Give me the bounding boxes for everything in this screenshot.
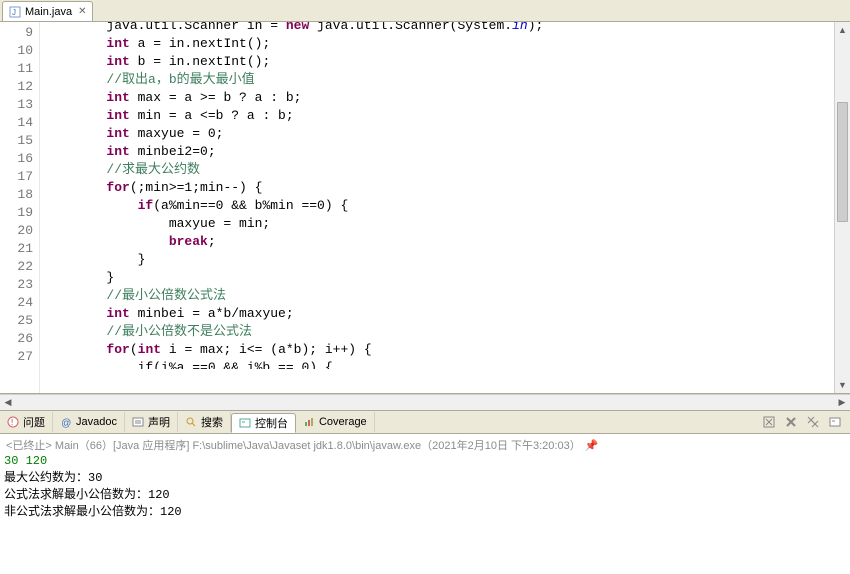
remove-all-button[interactable] — [782, 413, 800, 431]
search-icon — [185, 416, 197, 428]
console-output[interactable]: <已终止> Main（66）[Java 应用程序] F:\sublime\Jav… — [0, 434, 850, 574]
tab-console[interactable]: 控制台 — [231, 413, 296, 433]
line-number: 9 — [0, 24, 33, 42]
line-number: 12 — [0, 78, 33, 96]
code-editor: 9 10 11 12 13 14 15 16 17 18 19 20 21 22… — [0, 22, 850, 394]
line-number: 23 — [0, 276, 33, 294]
line-number: 26 — [0, 330, 33, 348]
scroll-left-icon[interactable]: ◀ — [0, 395, 16, 411]
line-number: 19 — [0, 204, 33, 222]
line-number-gutter: 9 10 11 12 13 14 15 16 17 18 19 20 21 22… — [0, 22, 40, 393]
tab-coverage[interactable]: Coverage — [296, 412, 375, 432]
console-toolbar — [760, 413, 850, 431]
pin-icon[interactable]: 📌 — [585, 440, 599, 452]
scroll-down-icon[interactable]: ▼ — [835, 377, 850, 393]
scroll-up-icon[interactable]: ▲ — [835, 22, 850, 38]
line-number: 27 — [0, 348, 33, 366]
horizontal-scrollbar[interactable]: ◀ ▶ — [0, 394, 850, 410]
tab-search[interactable]: 搜索 — [178, 412, 231, 432]
remove-all-terminated-button[interactable] — [804, 413, 822, 431]
line-number: 22 — [0, 258, 33, 276]
bottom-panel-tabs: ! 问题 @ Javadoc 声明 搜索 控制台 Coverage — [0, 410, 850, 434]
editor-tab-label: Main.java — [25, 6, 72, 18]
console-line: 非公式法求解最小公倍数为：120 — [4, 502, 846, 519]
line-number: 14 — [0, 114, 33, 132]
scrollbar-thumb[interactable] — [837, 102, 848, 222]
tab-javadoc[interactable]: @ Javadoc — [53, 412, 125, 432]
editor-tab-bar: J Main.java ✕ — [0, 0, 850, 22]
line-number: 10 — [0, 42, 33, 60]
tab-problems[interactable]: ! 问题 — [0, 412, 53, 432]
line-number: 16 — [0, 150, 33, 168]
console-line: 最大公约数为：30 — [4, 468, 846, 485]
problems-icon: ! — [7, 416, 19, 428]
console-icon — [239, 417, 251, 429]
scroll-right-icon[interactable]: ▶ — [834, 395, 850, 411]
tab-declaration[interactable]: 声明 — [125, 412, 178, 432]
svg-text:J: J — [12, 8, 16, 17]
line-number: 24 — [0, 294, 33, 312]
svg-text:!: ! — [11, 418, 13, 427]
coverage-icon — [303, 416, 315, 428]
svg-text:@: @ — [61, 418, 71, 428]
open-console-button[interactable] — [826, 413, 844, 431]
close-icon[interactable]: ✕ — [78, 6, 86, 17]
console-launch-title: <已终止> Main（66）[Java 应用程序] F:\sublime\Jav… — [4, 436, 846, 454]
javadoc-icon: @ — [60, 416, 72, 428]
line-number: 17 — [0, 168, 33, 186]
console-stdin: 30 120 — [4, 454, 846, 468]
line-number: 18 — [0, 186, 33, 204]
remove-launch-button[interactable] — [760, 413, 778, 431]
line-number: 15 — [0, 132, 33, 150]
editor-tab-main-java[interactable]: J Main.java ✕ — [2, 1, 93, 21]
line-number: 20 — [0, 222, 33, 240]
code-content[interactable]: java.util.Scanner in = new java.util.Sca… — [40, 22, 834, 393]
vertical-scrollbar[interactable]: ▲ ▼ — [834, 22, 850, 393]
declaration-icon — [132, 416, 144, 428]
console-line: 公式法求解最小公倍数为：120 — [4, 485, 846, 502]
line-number: 11 — [0, 60, 33, 78]
line-number: 25 — [0, 312, 33, 330]
java-file-icon: J — [9, 6, 21, 18]
line-number: 13 — [0, 96, 33, 114]
line-number: 21 — [0, 240, 33, 258]
